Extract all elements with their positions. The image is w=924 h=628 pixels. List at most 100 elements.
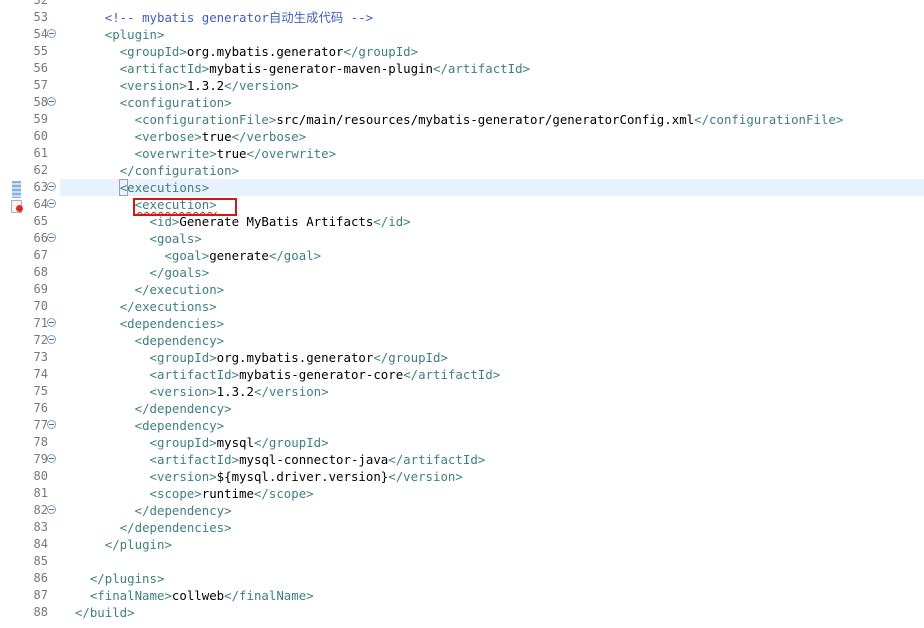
line-number-60: 60 [10,128,60,145]
xml-tag: </groupId> [253,435,329,450]
line-number-66: 66 [10,230,60,247]
xml-tag: </id> [373,214,411,229]
fold-toggle-icon[interactable] [47,97,56,106]
code-line[interactable]: <version>1.3.2</version> [60,383,924,400]
line-number-75: 75 [10,383,60,400]
xml-tag: </plugins> [89,571,165,586]
code-line[interactable]: </configuration> [60,162,924,179]
code-line[interactable]: </goals> [60,264,924,281]
code-text: org.mybatis.generator [216,350,374,365]
code-line[interactable]: <artifactId>mybatis-generator-maven-plug… [60,60,924,77]
fold-toggle-icon[interactable] [47,318,56,327]
code-line[interactable]: <artifactId>mysql-connector-java</artifa… [60,451,924,468]
code-line[interactable]: <goals> [60,230,924,247]
code-line[interactable]: </executions> [60,298,924,315]
code-text: runtime [201,486,254,501]
code-line[interactable]: <finalName>collweb</finalName> [60,587,924,604]
code-line[interactable]: <verbose>true</verbose> [60,128,924,145]
fold-toggle-icon[interactable] [47,420,56,429]
xml-editor[interactable]: 52 53 <!-- mybatis generator自动生成代码 --> 54 … [0,0,924,628]
line-number-62: 62 [10,162,60,179]
code-line[interactable]: <version>${mysql.driver.version}</versio… [60,468,924,485]
error-marker-icon[interactable] [11,199,23,213]
line-number-87: 87 [10,587,60,604]
code-line[interactable]: <goal>generate</goal> [60,247,924,264]
fold-toggle-icon[interactable] [47,335,56,344]
code-text: collweb [171,588,225,603]
line-number-text: 85 [33,554,48,568]
code-line[interactable]: <overwrite>true</overwrite> [60,145,924,162]
code-line[interactable]: <artifactId>mybatis-generator-core</arti… [60,366,924,383]
code-line[interactable] [60,0,924,9]
line-number-52: 52 [10,0,60,9]
code-line[interactable]: </plugins> [60,570,924,587]
code-line[interactable]: </execution> [60,281,924,298]
line-number-text: 65 [33,214,48,228]
code-line[interactable]: </dependency> [60,502,924,519]
code-line[interactable]: <dependency> [60,417,924,434]
code-line[interactable]: <scope>runtime</scope> [60,485,924,502]
fold-toggle-icon[interactable] [47,454,56,463]
line-number-text: 54 [33,27,48,41]
fold-toggle-icon[interactable] [47,182,56,191]
line-number-61: 61 [10,145,60,162]
occurrence-marker-icon[interactable] [12,181,21,198]
xml-tag: <groupId> [149,350,217,365]
xml-tag: </finalName> [224,588,314,603]
code-text: org.mybatis.generator [186,44,344,59]
fold-toggle-icon[interactable] [47,29,56,38]
code-line[interactable]: <groupId>mysql</groupId> [60,434,924,451]
line-number-53: 53 [10,9,60,26]
code-line[interactable]: <dependency> [60,332,924,349]
xml-tag: </dependencies> [119,520,232,535]
code-line[interactable]: </dependency> [60,400,924,417]
code-line[interactable]: </plugin> [60,536,924,553]
xml-tag: </configuration> [119,163,240,178]
xml-tag: </artifactId> [403,367,501,382]
line-number-text: 83 [33,520,48,534]
code-text: mysql-connector-java [239,452,389,467]
fold-toggle-icon[interactable] [47,233,56,242]
xml-tag: <artifactId> [119,61,210,76]
line-number-85: 85 [10,553,60,570]
code-line[interactable]: </build> [60,604,924,621]
code-line[interactable]: <configuration> [60,94,924,111]
line-number-text: 73 [33,350,48,364]
code-text: src/main/resources/mybatis-generator/gen… [276,112,695,127]
xml-tag: <goals> [149,231,202,246]
line-number-69: 69 [10,281,60,298]
line-number-text: 80 [33,469,48,483]
code-line[interactable]: </dependencies> [60,519,924,536]
code-line[interactable]: <groupId>org.mybatis.generator</groupId> [60,349,924,366]
xml-tag: </execution> [134,282,225,297]
xml-tag: <artifactId> [149,367,240,382]
code-line[interactable] [60,553,924,570]
code-line[interactable]: <executions> [60,179,924,196]
code-line[interactable]: <dependencies> [60,315,924,332]
line-number-text: 62 [33,163,48,177]
xml-tag: <version> [149,384,217,399]
fold-toggle-icon[interactable] [47,199,56,208]
line-number-text: 57 [33,78,48,92]
fold-toggle-icon[interactable] [47,505,56,514]
code-line[interactable]: <configurationFile>src/main/resources/my… [60,111,924,128]
code-line[interactable]: <plugin> [60,26,924,43]
line-number-74: 74 [10,366,60,383]
vertical-ruler[interactable] [0,0,10,628]
line-number-77: 77 [10,417,60,434]
code-line[interactable]: <groupId>org.mybatis.generator</groupId> [60,43,924,60]
code-line[interactable]: <!-- mybatis generator自动生成代码 --> [60,9,924,26]
code-text: true [216,146,247,161]
xml-tag: <groupId> [149,435,217,450]
highlight-box [133,198,237,216]
code-line[interactable]: <version>1.3.2</version> [60,77,924,94]
